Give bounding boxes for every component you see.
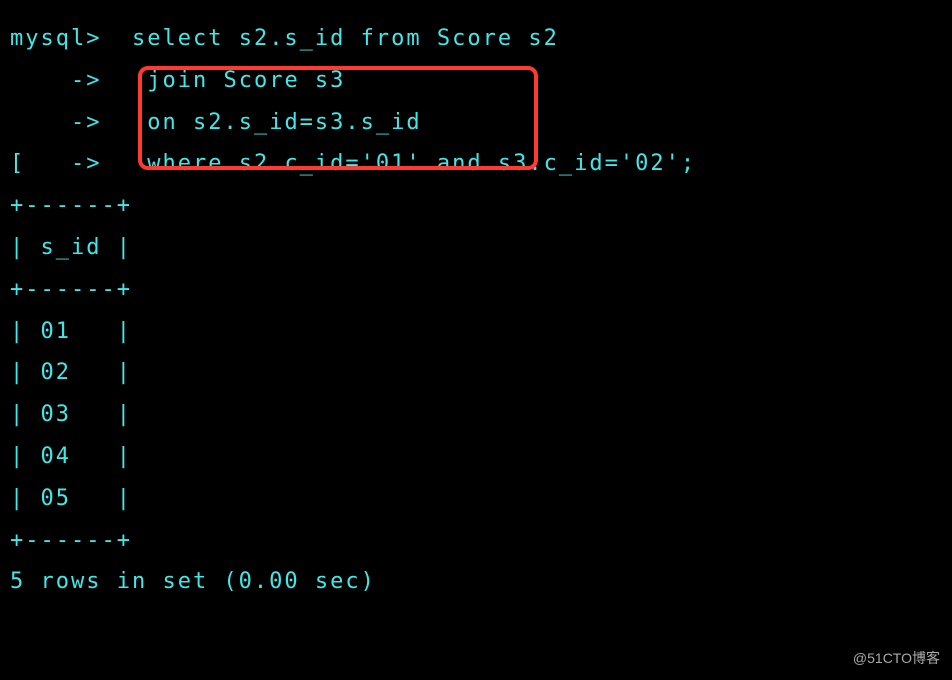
continuation-prompt-last: ->	[25, 151, 101, 176]
result-row: | 05 |	[10, 478, 942, 520]
result-divider-bottom: +------+	[10, 520, 942, 562]
result-divider-mid: +------+	[10, 269, 942, 311]
result-row: | 01 |	[10, 311, 942, 353]
result-footer: 5 rows in set (0.00 sec)	[10, 561, 942, 603]
query-line-1: mysql> select s2.s_id from Score s2	[10, 18, 942, 60]
sql-line: where s2.c_id='01' and s3.c_id='02';	[147, 151, 696, 176]
result-divider-top: +------+	[10, 185, 942, 227]
result-header-row: | s_id |	[10, 227, 942, 269]
watermark-text: @51CTO博客	[853, 645, 940, 672]
bracket-char: [	[10, 151, 25, 176]
continuation-prompt: ->	[10, 110, 101, 135]
result-row: | 02 |	[10, 352, 942, 394]
sql-line: join Score s3	[147, 68, 345, 93]
query-line-3: -> on s2.s_id=s3.s_id	[10, 102, 942, 144]
result-row: | 04 |	[10, 436, 942, 478]
query-line-4: [ -> where s2.c_id='01' and s3.c_id='02'…	[10, 143, 942, 185]
result-row: | 03 |	[10, 394, 942, 436]
query-line-2: -> join Score s3	[10, 60, 942, 102]
sql-line: select s2.s_id from Score s2	[132, 26, 559, 51]
sql-line: on s2.s_id=s3.s_id	[147, 110, 421, 135]
mysql-prompt: mysql>	[10, 26, 101, 51]
continuation-prompt: ->	[10, 68, 101, 93]
